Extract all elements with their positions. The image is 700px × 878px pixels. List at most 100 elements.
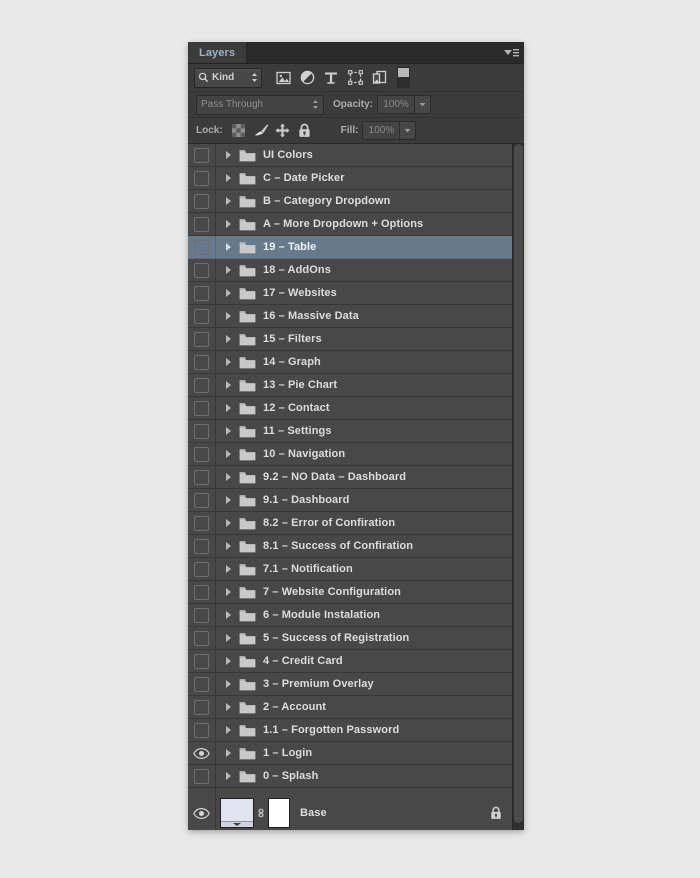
- layer-row[interactable]: 11 – Settings: [188, 420, 512, 443]
- layer-visibility-toggle[interactable]: [188, 259, 216, 281]
- layer-mask-link-toggle[interactable]: [254, 805, 268, 821]
- layer-row[interactable]: 18 – AddOns: [188, 259, 512, 282]
- layer-row[interactable]: 19 – Table: [188, 236, 512, 259]
- group-expand-triangle[interactable]: [220, 611, 236, 619]
- layer-row[interactable]: B – Category Dropdown: [188, 190, 512, 213]
- layer-name[interactable]: 9.2 – NO Data – Dashboard: [263, 471, 406, 483]
- layer-name[interactable]: 16 – Massive Data: [263, 310, 359, 322]
- layer-visibility-toggle[interactable]: [188, 190, 216, 212]
- layer-row[interactable]: 10 – Navigation: [188, 443, 512, 466]
- layer-visibility-toggle[interactable]: [188, 489, 216, 511]
- layer-row[interactable]: 7 – Website Configuration: [188, 581, 512, 604]
- layer-row[interactable]: 6 – Module Instalation: [188, 604, 512, 627]
- layer-visibility-toggle[interactable]: [188, 627, 216, 649]
- fill-slider-button[interactable]: [400, 121, 416, 140]
- layer-visibility-toggle[interactable]: [188, 282, 216, 304]
- group-expand-triangle[interactable]: [220, 726, 236, 734]
- layer-name[interactable]: 10 – Navigation: [263, 448, 345, 460]
- fill-input[interactable]: 100%: [362, 121, 400, 140]
- layer-row[interactable]: 9.1 – Dashboard: [188, 489, 512, 512]
- group-expand-triangle[interactable]: [220, 473, 236, 481]
- layer-row[interactable]: 14 – Graph: [188, 351, 512, 374]
- layer-name[interactable]: 5 – Success of Registration: [263, 632, 409, 644]
- layer-visibility-toggle[interactable]: [188, 374, 216, 396]
- layer-name[interactable]: 8.1 – Success of Confiration: [263, 540, 413, 552]
- layer-name[interactable]: 14 – Graph: [263, 356, 321, 368]
- layer-name[interactable]: 17 – Websites: [263, 287, 337, 299]
- lock-transparent-pixels-button[interactable]: [229, 121, 249, 141]
- layer-visibility-toggle[interactable]: [188, 512, 216, 534]
- layer-name[interactable]: A – More Dropdown + Options: [263, 218, 423, 230]
- group-expand-triangle[interactable]: [220, 703, 236, 711]
- layer-visibility-toggle[interactable]: [188, 351, 216, 373]
- layer-row[interactable]: 3 – Premium Overlay: [188, 673, 512, 696]
- layer-list-scrollbar[interactable]: [512, 144, 524, 830]
- group-expand-triangle[interactable]: [220, 174, 236, 182]
- group-expand-triangle[interactable]: [220, 680, 236, 688]
- tab-layers[interactable]: Layers: [188, 42, 247, 63]
- layer-row[interactable]: 17 – Websites: [188, 282, 512, 305]
- layer-name[interactable]: C – Date Picker: [263, 172, 345, 184]
- layer-name[interactable]: 7 – Website Configuration: [263, 586, 401, 598]
- group-expand-triangle[interactable]: [220, 749, 236, 757]
- layer-row[interactable]: 7.1 – Notification: [188, 558, 512, 581]
- group-expand-triangle[interactable]: [220, 358, 236, 366]
- layer-visibility-toggle[interactable]: [188, 305, 216, 327]
- layer-name[interactable]: 15 – Filters: [263, 333, 322, 345]
- layer-row[interactable]: 0 – Splash: [188, 765, 512, 788]
- layer-visibility-toggle[interactable]: [188, 742, 216, 764]
- group-expand-triangle[interactable]: [220, 496, 236, 504]
- layer-row[interactable]: 9.2 – NO Data – Dashboard: [188, 466, 512, 489]
- layer-visibility-toggle[interactable]: [188, 673, 216, 695]
- group-expand-triangle[interactable]: [220, 404, 236, 412]
- lock-position-button[interactable]: [273, 121, 293, 141]
- layer-mask-thumbnail[interactable]: [268, 798, 290, 828]
- group-expand-triangle[interactable]: [220, 427, 236, 435]
- layer-name[interactable]: 19 – Table: [263, 241, 316, 253]
- layer-visibility-toggle[interactable]: [188, 696, 216, 718]
- group-expand-triangle[interactable]: [220, 542, 236, 550]
- layer-visibility-toggle[interactable]: [188, 144, 216, 166]
- group-expand-triangle[interactable]: [220, 312, 236, 320]
- group-expand-triangle[interactable]: [220, 588, 236, 596]
- layer-name[interactable]: UI Colors: [263, 149, 313, 161]
- lock-image-pixels-button[interactable]: [251, 121, 271, 141]
- layer-row[interactable]: 4 – Credit Card: [188, 650, 512, 673]
- layer-name[interactable]: 0 – Splash: [263, 770, 318, 782]
- filter-kind-dropdown[interactable]: Kind: [194, 68, 262, 88]
- group-expand-triangle[interactable]: [220, 450, 236, 458]
- layer-visibility-toggle[interactable]: [188, 765, 216, 787]
- base-layer-visibility-toggle[interactable]: [188, 788, 216, 830]
- group-expand-triangle[interactable]: [220, 243, 236, 251]
- base-layer-name[interactable]: Base: [300, 807, 327, 819]
- layer-name[interactable]: 9.1 – Dashboard: [263, 494, 349, 506]
- layer-row[interactable]: 15 – Filters: [188, 328, 512, 351]
- layer-visibility-toggle[interactable]: [188, 581, 216, 603]
- filter-pixel-layers-button[interactable]: [271, 67, 295, 89]
- layer-visibility-toggle[interactable]: [188, 535, 216, 557]
- layer-visibility-toggle[interactable]: [188, 558, 216, 580]
- filter-shape-layers-button[interactable]: [343, 67, 367, 89]
- layer-visibility-toggle[interactable]: [188, 236, 216, 258]
- layer-row[interactable]: 1.1 – Forgotten Password: [188, 719, 512, 742]
- filter-type-layers-button[interactable]: [319, 67, 343, 89]
- layer-visibility-toggle[interactable]: [188, 719, 216, 741]
- layer-row[interactable]: A – More Dropdown + Options: [188, 213, 512, 236]
- layer-row[interactable]: C – Date Picker: [188, 167, 512, 190]
- layer-row[interactable]: 2 – Account: [188, 696, 512, 719]
- group-expand-triangle[interactable]: [220, 266, 236, 274]
- layer-visibility-toggle[interactable]: [188, 443, 216, 465]
- layer-name[interactable]: 12 – Contact: [263, 402, 330, 414]
- base-layer-row[interactable]: Base: [188, 788, 512, 830]
- lock-all-button[interactable]: [295, 121, 315, 141]
- blend-mode-dropdown[interactable]: Pass Through: [196, 95, 324, 115]
- group-expand-triangle[interactable]: [220, 151, 236, 159]
- layer-name[interactable]: B – Category Dropdown: [263, 195, 390, 207]
- layer-row[interactable]: 1 – Login: [188, 742, 512, 765]
- layer-visibility-toggle[interactable]: [188, 167, 216, 189]
- layer-name[interactable]: 8.2 – Error of Confiration: [263, 517, 395, 529]
- layer-name[interactable]: 1.1 – Forgotten Password: [263, 724, 399, 736]
- layer-visibility-toggle[interactable]: [188, 328, 216, 350]
- layer-name[interactable]: 7.1 – Notification: [263, 563, 353, 575]
- layer-row[interactable]: 16 – Massive Data: [188, 305, 512, 328]
